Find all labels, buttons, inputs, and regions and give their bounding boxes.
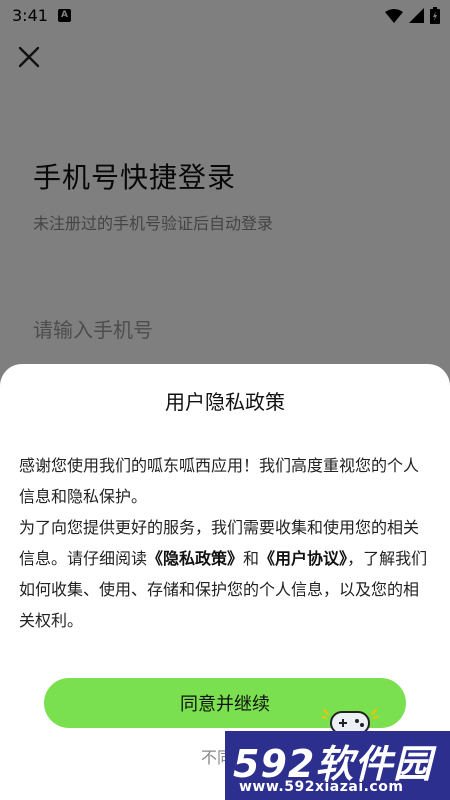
watermark-url: www.592xiazai.com (239, 779, 404, 795)
and-text: 和 (243, 549, 260, 568)
privacy-policy-link[interactable]: 《隐私政策》 (147, 549, 243, 568)
details-paragraph: 为了向您提供更好的服务，我们需要收集和使用您的相关信息。请仔细阅读《隐私政策》和… (19, 512, 434, 636)
user-agreement-link[interactable]: 《用户协议》 (259, 549, 347, 568)
sheet-body: 感谢您使用我们的呱东呱西应用！我们高度重视您的个人信息和隐私保护。 为了向您提供… (19, 450, 434, 636)
sheet-title: 用户隐私政策 (165, 390, 285, 414)
intro-paragraph: 感谢您使用我们的呱东呱西应用！我们高度重视您的个人信息和隐私保护。 (19, 456, 420, 506)
watermark-banner: 592软件园 www.592xiazai.com (225, 731, 450, 800)
